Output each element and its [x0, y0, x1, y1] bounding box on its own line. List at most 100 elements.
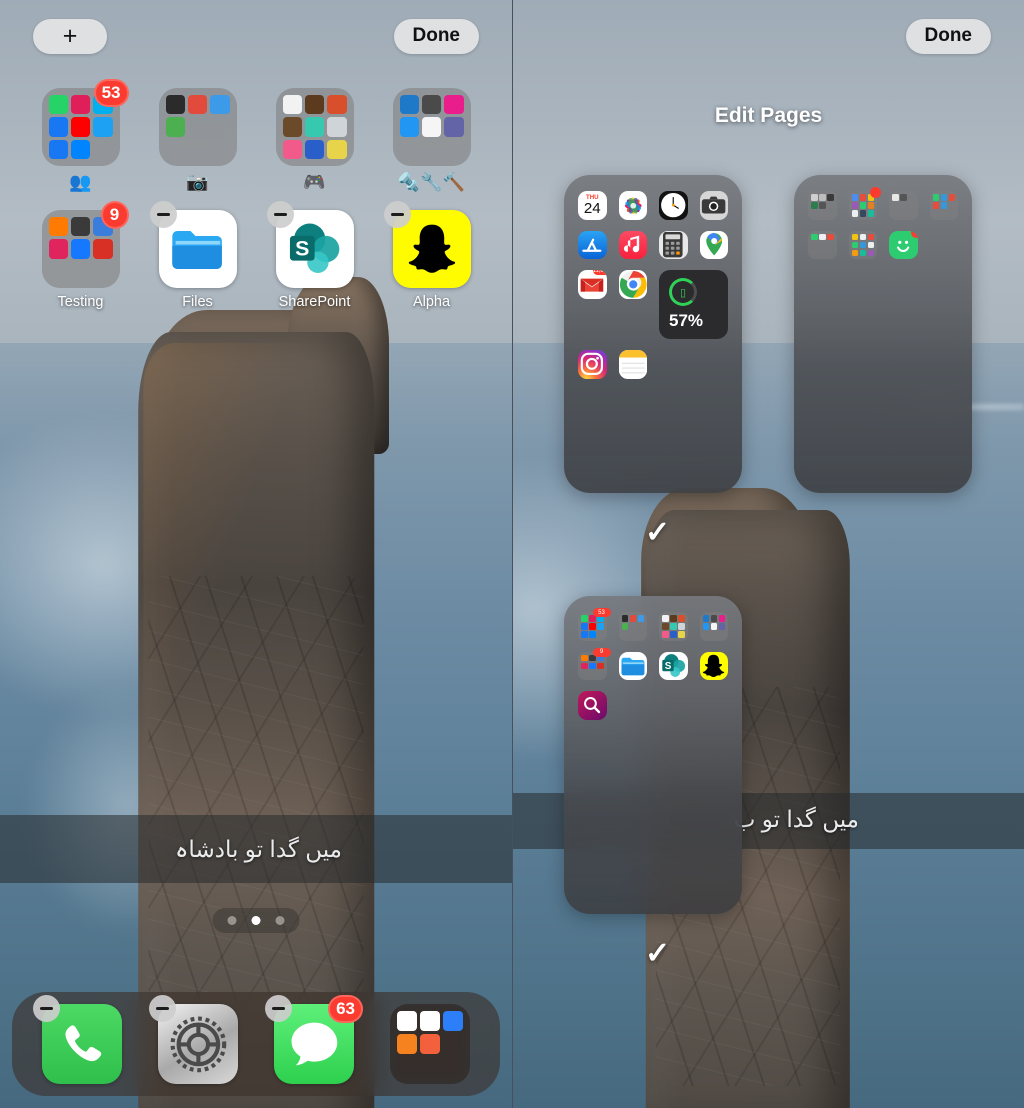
thumbnail-folder-mini-icon: [597, 671, 604, 678]
page-indicator-dots[interactable]: [212, 908, 300, 933]
thumbnail-folder-mini-icon: [703, 631, 710, 638]
camera-folder[interactable]: [158, 88, 237, 166]
wallpaper-caption-text: میں گدا تو بادشاہ: [174, 836, 342, 862]
folder-mini-icon: [421, 117, 442, 137]
dock-messages-app[interactable]: 63: [265, 995, 363, 1084]
thumbnail-folder-mini-icon: [589, 631, 596, 638]
thumbnail-folder-mini-icon: [629, 615, 636, 622]
files-app[interactable]: [149, 201, 237, 288]
thumbnail-folder-mini-icon: [670, 615, 677, 622]
home-cell-social-folder[interactable]: 53 👥: [22, 79, 139, 193]
remove-app-minus-icon[interactable]: [383, 201, 411, 228]
thumbnail-folder-mini-icon: [867, 233, 874, 240]
thumbnail-folder-mini-icon: [622, 631, 629, 638]
thumbnail-folder-mini-icon: [819, 210, 826, 217]
remove-app-minus-icon[interactable]: [149, 995, 176, 1022]
thumbnail-folder-mini-icon: [851, 241, 858, 248]
social-folder[interactable]: 53: [41, 79, 129, 166]
folder-mini-icon: [48, 117, 68, 137]
thumbnail-app-grid: [808, 187, 958, 259]
thumbnail-folder-mini-icon: [819, 242, 826, 249]
home-cell-tools-folder[interactable]: 🔩🔧🔨: [373, 88, 490, 193]
folder-mini-icon: [93, 117, 113, 137]
dock-health-folder[interactable]: [390, 1004, 470, 1084]
add-widget-button[interactable]: +: [33, 18, 107, 54]
folder-d: [929, 191, 958, 220]
folder-mini-icon: [165, 117, 185, 137]
home-cell-games-folder[interactable]: 🎮: [256, 88, 373, 193]
thumbnail-folder-mini-icon: [867, 241, 874, 248]
home-screen-app-grid: 53 👥 📷 🎮 🔩🔧🔨 9 Testing Files S SharePoint Alpha: [0, 79, 512, 310]
folder-mini-icon: [49, 262, 68, 281]
right-toolbar: Done: [513, 18, 1024, 54]
thumbnail-folder-mini-icon: [892, 210, 899, 217]
remove-app-minus-icon[interactable]: [265, 995, 292, 1022]
folder-mini-icon: [70, 117, 91, 137]
thumbnail-folder-mini-icon: [827, 233, 834, 240]
done-button-left[interactable]: Done: [393, 18, 479, 54]
thumbnail-folder-mini-icon: [710, 623, 717, 630]
page-thumb-3-selected-checkmark-icon[interactable]: ✓: [645, 936, 670, 971]
dock-settings-app[interactable]: [149, 995, 238, 1084]
thumbnail-folder-mini-icon: [851, 194, 858, 201]
thumbnail-folder-mini-icon: [859, 233, 866, 240]
health-folder-preview: [390, 1004, 470, 1084]
thumbnail-folder-mini-icon: [940, 194, 947, 201]
done-button-right[interactable]: Done: [905, 18, 991, 54]
home-cell-testing-folder[interactable]: 9 Testing: [22, 201, 139, 310]
thumbnail-folder-mini-icon: [581, 631, 588, 638]
thumbnail-folder-mini-icon: [811, 242, 818, 249]
alpha-app[interactable]: [383, 201, 471, 288]
sharepoint-app[interactable]: S: [266, 201, 354, 288]
folder-mini-icon: [420, 1034, 440, 1054]
camera-folder: [618, 612, 647, 641]
thumbnail-folder-mini-icon: [589, 623, 596, 630]
thumbnail-folder-mini-icon: [859, 241, 866, 248]
testing-folder[interactable]: 9: [41, 201, 129, 288]
folder-mini-icon: [443, 1034, 463, 1054]
thumbnail-folder-mini-icon: [630, 631, 637, 638]
thumbnail-folder-mini-icon: [597, 631, 604, 638]
tools-folder: [699, 612, 728, 641]
thumbnail-folder-mini-icon: [892, 202, 899, 209]
thumbnail-folder-mini-icon: [827, 202, 834, 209]
folder-mini-icon: [304, 139, 325, 159]
thumbnail-folder-mini-icon: [662, 623, 669, 630]
page-thumb-3[interactable]: 53 9 S: [564, 596, 742, 914]
page-dot-3[interactable]: [275, 916, 285, 925]
folder-mini-icon: [70, 217, 91, 237]
thumbnail-folder-mini-icon: [940, 202, 947, 209]
page-thumb-1-selected-checkmark-icon[interactable]: ✓: [645, 515, 670, 550]
page-thumb-1[interactable]: THU 24 11,8 ▯ 57%: [564, 175, 742, 493]
folder-mini-icon: [399, 95, 419, 115]
thumbnail-folder-mini-icon: [827, 210, 834, 217]
folder-mini-icon: [188, 117, 207, 136]
remove-app-minus-icon[interactable]: [33, 995, 60, 1022]
tools-folder[interactable]: [392, 88, 471, 166]
page-thumb-2[interactable]: [794, 175, 972, 493]
home-cell-files-app[interactable]: Files: [139, 201, 256, 310]
left-toolbar: + Done: [0, 18, 512, 54]
home-cell-sharepoint-app[interactable]: S SharePoint: [256, 201, 373, 310]
folder-e: [808, 230, 837, 259]
thumbnail-folder-mini-icon: [670, 623, 677, 630]
maps-app: [699, 230, 728, 259]
thumbnail-folder-mini-icon: [867, 249, 874, 256]
app-label: Testing: [57, 294, 104, 310]
app-label: 👥: [69, 172, 92, 192]
page-dot-1[interactable]: [227, 916, 237, 925]
thumbnail-folder-mini-icon: [933, 210, 940, 217]
thumbnail-notification-badge: [870, 187, 881, 198]
remove-app-minus-icon[interactable]: [266, 201, 294, 228]
folder-mini-icon: [400, 140, 419, 159]
home-cell-alpha-app[interactable]: Alpha: [373, 201, 490, 310]
remove-app-minus-icon[interactable]: [149, 201, 177, 228]
testing-folder: 9: [578, 647, 611, 680]
dock-phone-app[interactable]: [33, 995, 122, 1084]
games-folder[interactable]: [275, 88, 354, 166]
home-cell-camera-folder[interactable]: 📷: [139, 88, 256, 193]
page-dot-2[interactable]: [251, 916, 261, 925]
thumbnail-folder-mini-icon: [819, 202, 826, 209]
social-folder: 53: [578, 608, 611, 641]
folder-mini-icon: [165, 95, 185, 115]
